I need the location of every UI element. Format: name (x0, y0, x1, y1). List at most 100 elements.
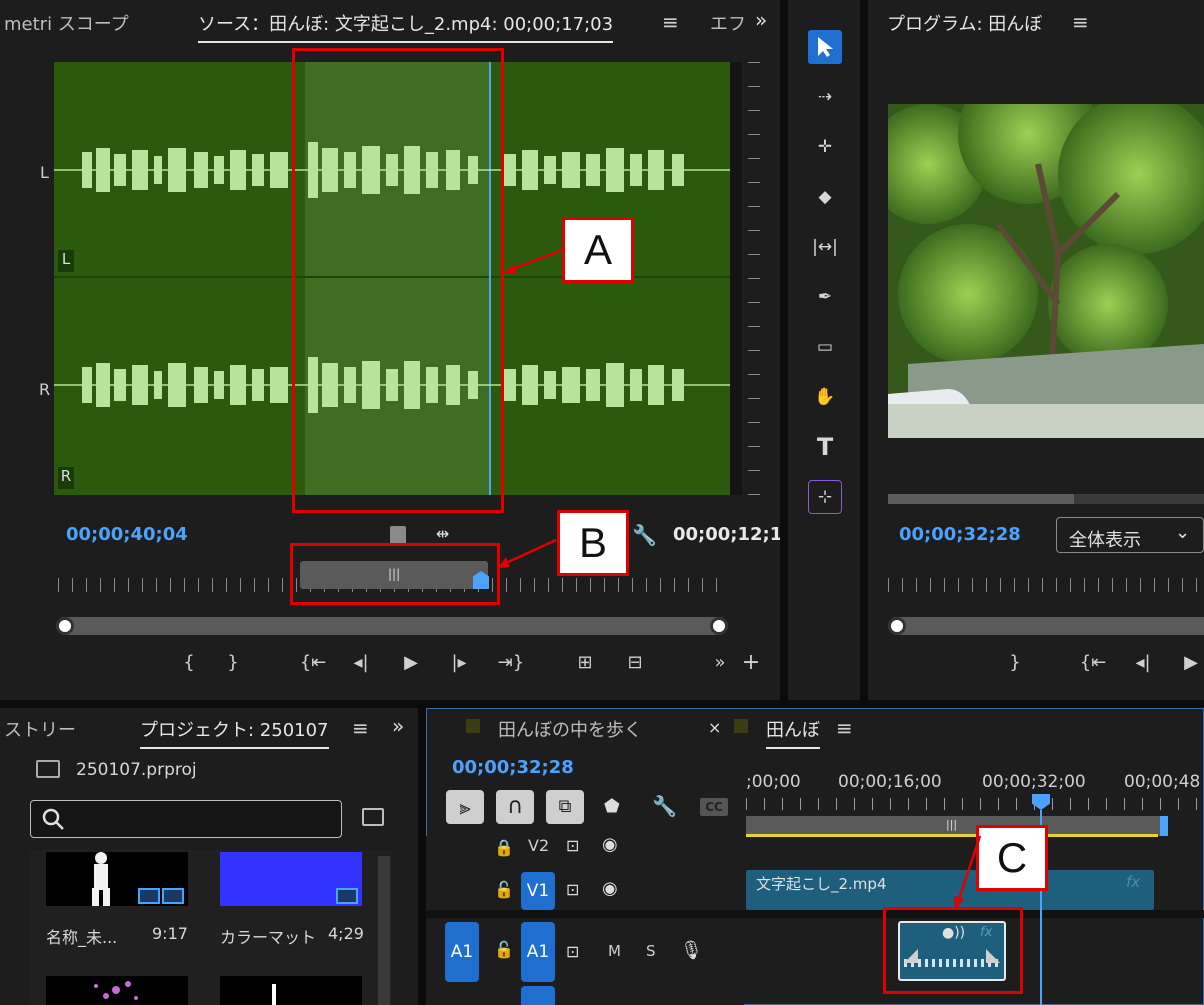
tab-source-monitor[interactable]: ソース：田んぼ: 文字起こし_2.mp4: 00;00;17;03 (198, 10, 614, 43)
snap-icon[interactable]: ∩ (496, 790, 534, 824)
track-target-v1[interactable]: V1 (521, 872, 555, 910)
video-badge-icon (336, 888, 358, 904)
timeline-settings-icon[interactable]: 🔧 (652, 794, 677, 818)
hand-tool-icon[interactable]: ✋ (808, 380, 842, 414)
menu-icon[interactable]: ≡ (662, 10, 679, 34)
step-forward-icon[interactable]: |▸ (444, 652, 474, 673)
project-menu-icon[interactable]: ≡ (352, 716, 369, 740)
eye-icon[interactable]: ◉ (602, 834, 618, 855)
source-zoom-scrollbar[interactable] (56, 617, 728, 635)
close-tab-icon[interactable]: × (708, 718, 721, 737)
go-to-in-icon[interactable]: {⇤ (298, 652, 328, 673)
program-progress-bar[interactable] (888, 494, 1204, 504)
source-duration-timecode[interactable]: 00;00;40;04 (66, 524, 188, 545)
work-area-out-handle[interactable] (1160, 816, 1168, 836)
program-go-to-in-icon[interactable]: {⇤ (1078, 652, 1108, 673)
tab-program-monitor[interactable]: プログラム: 田んぼ (887, 10, 1042, 36)
lock-icon[interactable]: 🔓 (494, 880, 514, 899)
project-item-duration: 4;29 (328, 924, 364, 943)
program-step-back-icon[interactable]: ◂| (1128, 652, 1158, 673)
zoom-handle-left[interactable] (56, 617, 74, 635)
timeline-menu-icon[interactable]: ≡ (836, 716, 853, 740)
sync-lock-icon[interactable]: ⊡ (566, 836, 579, 855)
track-select-tool-icon[interactable]: ⇢ (808, 80, 842, 114)
settings-wrench-icon[interactable]: 🔧 (632, 523, 657, 547)
mute-button[interactable]: M (608, 942, 621, 960)
pen-tool-icon[interactable]: ✒ (808, 280, 842, 314)
project-item-thumbnail[interactable] (46, 852, 188, 906)
track-target-a2[interactable] (521, 986, 555, 1005)
tab-sequence-walk[interactable]: 田んぼの中を歩く (498, 716, 642, 742)
text-based-edit-tool-icon[interactable]: ⊹ (808, 480, 842, 514)
tab-project[interactable]: プロジェクト: 250107 (140, 716, 329, 749)
find-icon[interactable] (362, 808, 384, 826)
eye-icon[interactable]: ◉ (602, 878, 618, 899)
program-menu-icon[interactable]: ≡ (1072, 10, 1089, 34)
project-search-field[interactable] (30, 800, 342, 838)
project-item-duration: 9:17 (152, 924, 188, 943)
source-patch-a1[interactable]: A1 (445, 922, 479, 982)
go-to-out-icon[interactable]: ⇥} (496, 652, 526, 673)
project-file-name: 250107.prproj (76, 760, 197, 780)
audio-badge-icon (162, 888, 184, 904)
fx-badge-icon: fx (1126, 873, 1141, 891)
step-back-icon[interactable]: ◂| (346, 652, 376, 673)
search-input[interactable] (71, 807, 331, 831)
linked-selection-icon[interactable]: ⧉ (546, 790, 584, 824)
project-item-thumbnail[interactable] (220, 976, 362, 1005)
mark-out-icon[interactable]: } (218, 652, 248, 673)
tab-effects[interactable]: エフ (710, 10, 746, 36)
type-tool-icon[interactable]: T (808, 430, 842, 464)
overwrite-icon[interactable]: ⊟ (620, 652, 650, 673)
program-time-ruler[interactable] (888, 578, 1204, 592)
insert-icon[interactable]: ⊞ (570, 652, 600, 673)
button-editor-icon[interactable]: + (736, 650, 766, 675)
slip-tool-icon[interactable]: |↔| (808, 230, 842, 264)
more-buttons-icon[interactable]: » (705, 652, 735, 673)
project-scrollbar[interactable] (378, 856, 390, 1005)
channel-tag-right: R (58, 467, 74, 489)
add-marker-icon[interactable]: ⬟ (604, 796, 620, 817)
project-more-panels-icon[interactable]: » (392, 714, 404, 738)
project-folder-icon (36, 760, 60, 778)
microphone-icon[interactable]: 🎙 (680, 940, 703, 961)
nest-toggle-icon[interactable]: ⫸ (446, 790, 484, 824)
source-playhead-timecode[interactable]: 00;00;12;1 (673, 524, 780, 545)
rectangle-tool-icon[interactable]: ▭ (808, 330, 842, 364)
play-icon[interactable]: ▶ (396, 652, 426, 673)
zoom-level-select[interactable]: 全体表示 ⌄ (1056, 517, 1204, 553)
program-video-frame[interactable] (888, 104, 1204, 438)
selection-tool-icon[interactable] (808, 30, 842, 64)
drag-audio-icon[interactable]: ⇹ (436, 524, 449, 543)
more-panels-icon[interactable]: » (755, 8, 767, 32)
project-item-thumbnail[interactable] (46, 976, 188, 1005)
tab-sequence-tanbo[interactable]: 田んぼ (766, 716, 820, 749)
video-badge-icon (138, 888, 160, 904)
zoom-handle-right[interactable] (710, 617, 728, 635)
tab-lumetri-scopes[interactable]: metri スコープ (4, 10, 129, 36)
program-zoom-handle-left[interactable] (888, 617, 906, 635)
ripple-edit-tool-icon[interactable]: ✛ (808, 130, 842, 164)
solo-button[interactable]: S (646, 942, 656, 960)
program-zoom-scrollbar[interactable] (888, 617, 1204, 635)
program-playhead-timecode[interactable]: 00;00;32;28 (899, 524, 1021, 545)
razor-tool-icon[interactable]: ◆ (808, 180, 842, 214)
video-clip-name: 文字起こし_2.mp4 (756, 875, 887, 893)
ruler-label: 00;00;48 (1124, 772, 1201, 792)
project-item-thumbnail[interactable] (220, 852, 362, 906)
drag-video-icon[interactable] (390, 526, 406, 544)
mark-in-icon[interactable]: { (174, 652, 204, 673)
sync-lock-icon[interactable]: ⊡ (566, 880, 579, 899)
lock-icon[interactable]: 🔒 (494, 838, 514, 857)
track-label-v2[interactable]: V2 (528, 836, 549, 855)
program-progress-fill (888, 494, 1074, 504)
track-target-a1[interactable]: A1 (521, 922, 555, 982)
timeline-playhead-timecode[interactable]: 00;00;32;28 (452, 757, 574, 778)
program-play-icon[interactable]: ▶ (1176, 652, 1204, 673)
sync-lock-icon[interactable]: ⊡ (566, 942, 579, 961)
timeline-time-ruler[interactable] (746, 798, 1204, 810)
program-mark-out-icon[interactable]: } (1000, 652, 1030, 673)
captions-icon[interactable]: CC (700, 798, 728, 816)
tab-history[interactable]: ストリー (4, 716, 76, 742)
lock-icon[interactable]: 🔓 (494, 940, 514, 959)
